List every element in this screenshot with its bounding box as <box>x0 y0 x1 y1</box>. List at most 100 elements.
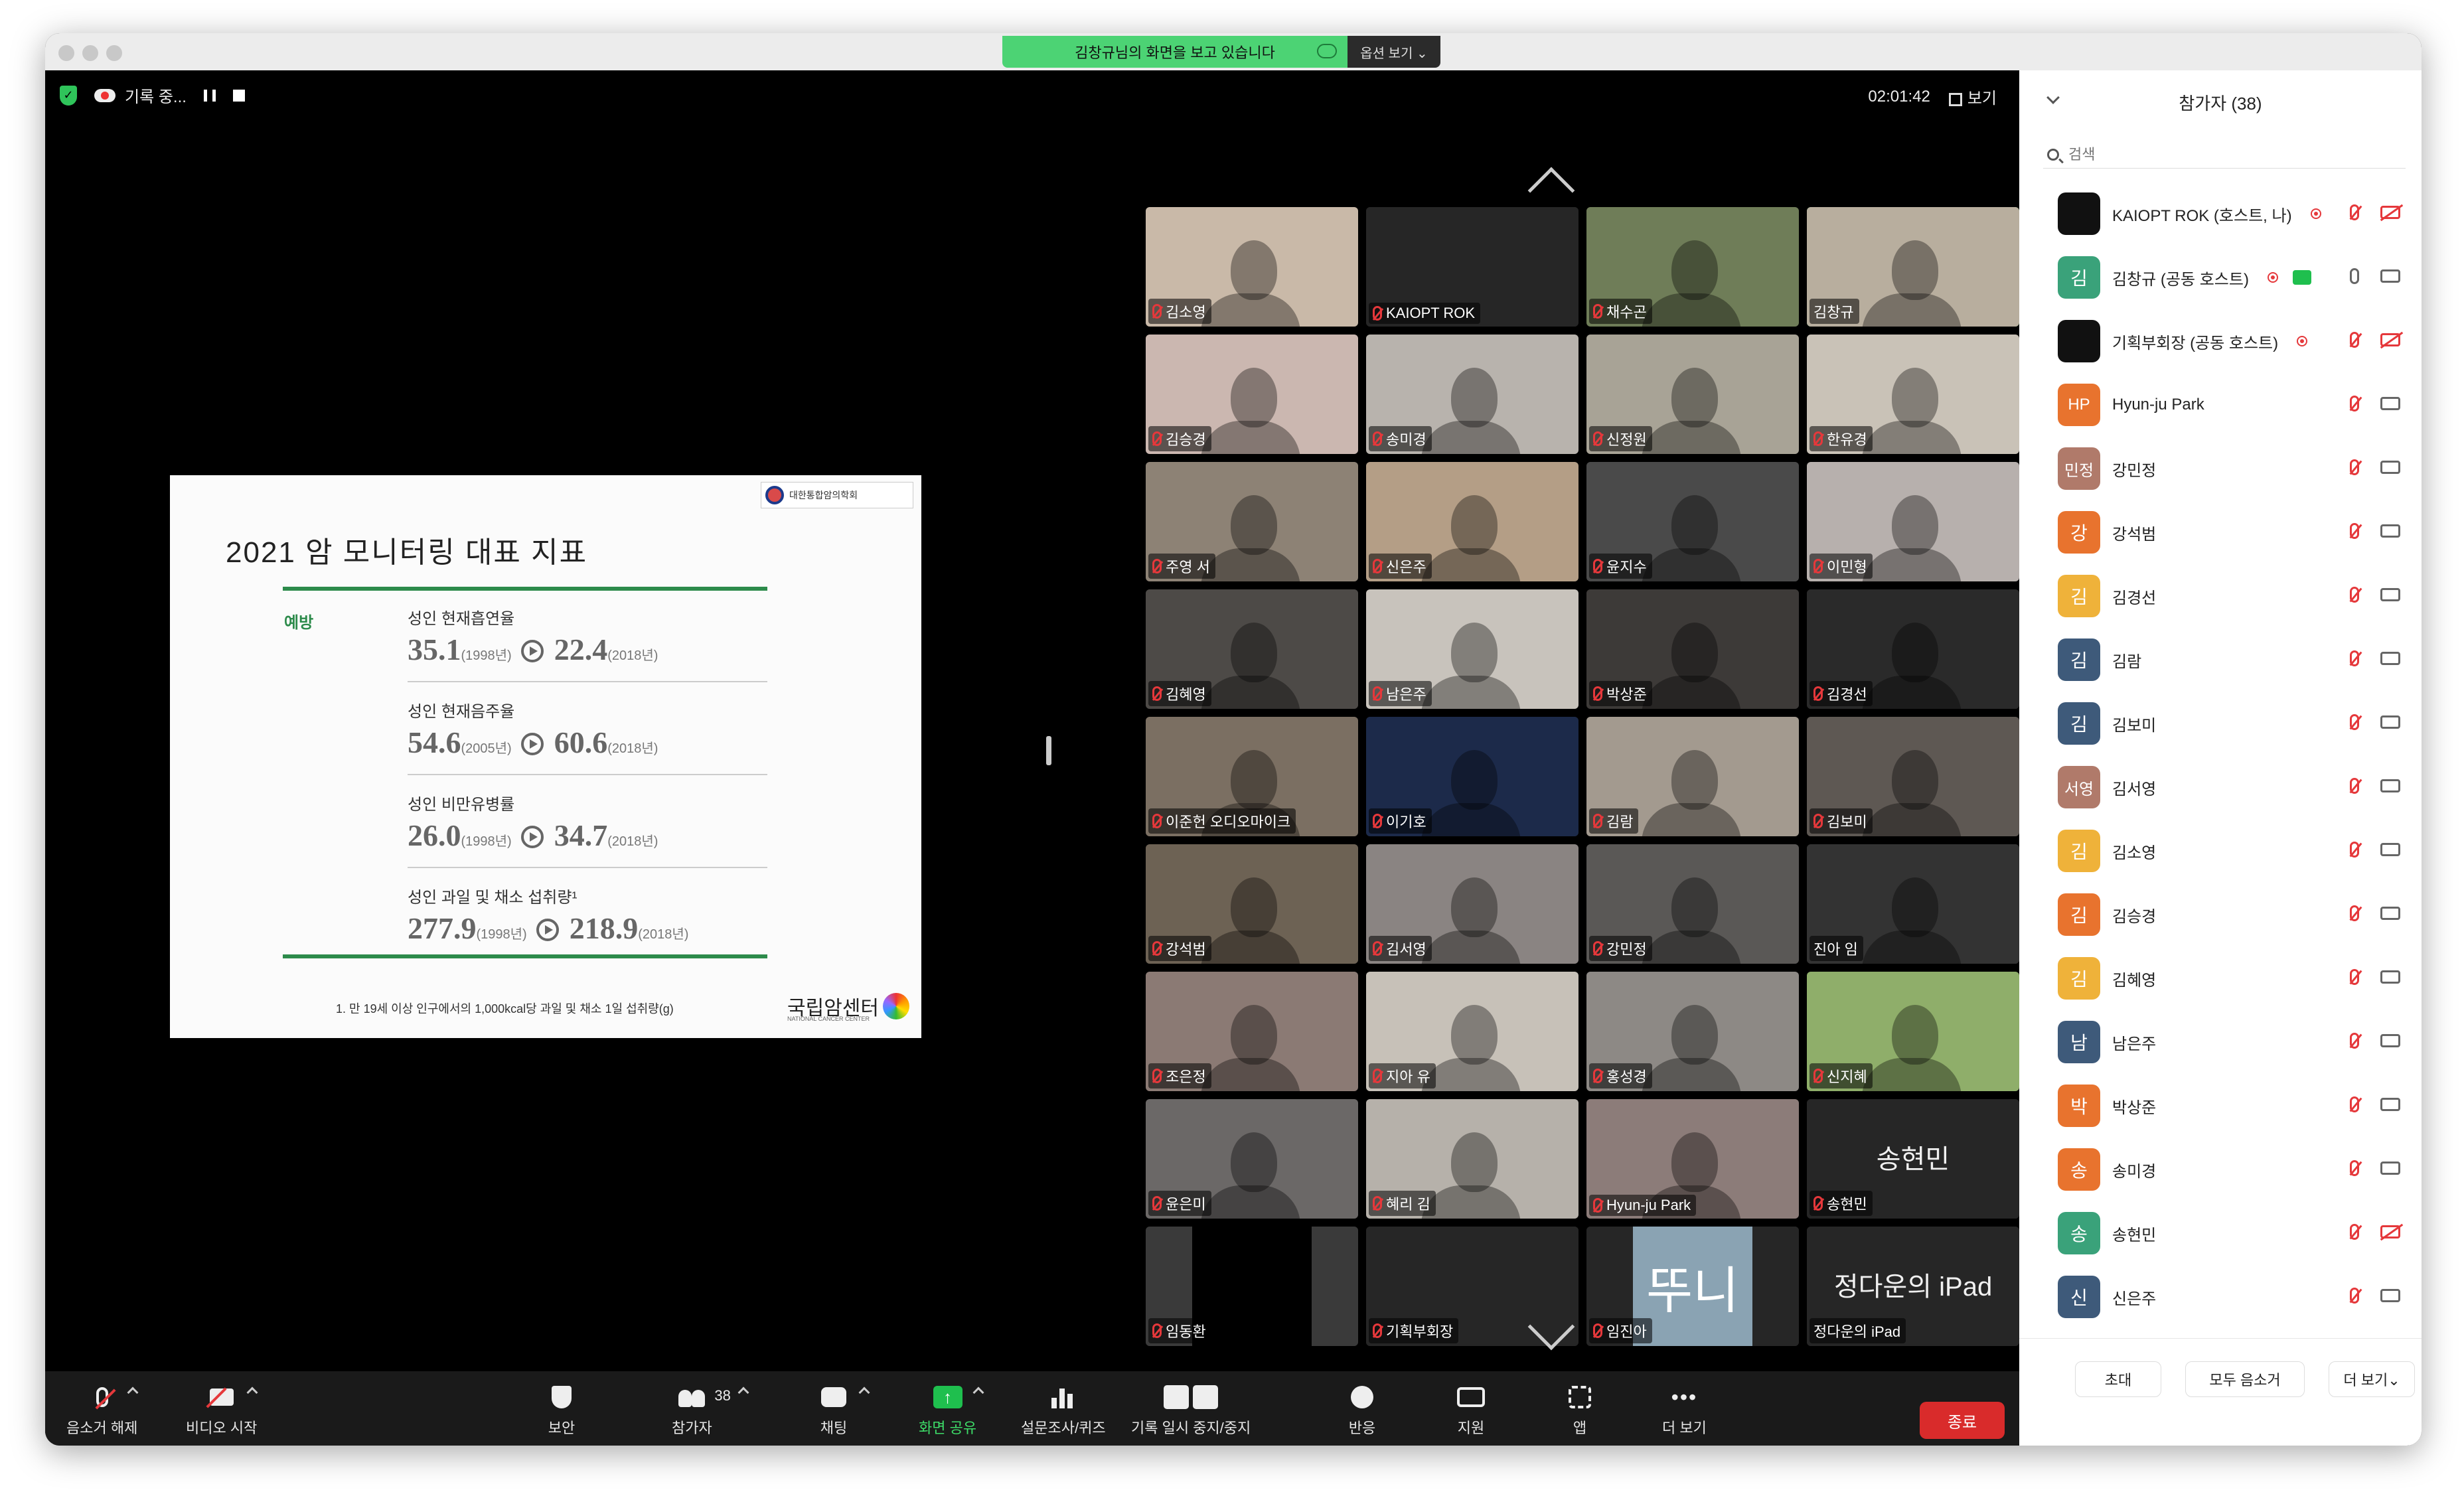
microphone-muted-icon[interactable] <box>2350 778 2359 794</box>
more-options-button[interactable]: 더 보기⌄ <box>2329 1361 2415 1397</box>
camera-icon[interactable] <box>2380 461 2400 474</box>
recording-controls-button[interactable]: 기록 일시 중지/중지 <box>1131 1385 1251 1438</box>
video-tile[interactable]: 남은주 <box>1366 589 1579 709</box>
video-tile[interactable]: 강민정 <box>1586 844 1799 964</box>
camera-icon[interactable] <box>2380 843 2400 856</box>
camera-icon[interactable] <box>2380 588 2400 601</box>
participant-list-item[interactable]: 박 박상준 <box>2019 1074 2422 1138</box>
participant-list-item[interactable]: 김 김람 <box>2019 628 2422 692</box>
microphone-muted-icon[interactable] <box>2350 842 2359 858</box>
video-tile[interactable]: 혜리 김 <box>1366 1099 1579 1219</box>
security-button[interactable]: 보안 <box>547 1385 576 1438</box>
camera-icon[interactable] <box>2380 907 2400 920</box>
microphone-muted-icon[interactable] <box>2350 204 2359 220</box>
camera-icon[interactable] <box>2380 1034 2400 1047</box>
microphone-icon[interactable] <box>2350 268 2359 284</box>
participant-search-input[interactable] <box>2068 145 2387 163</box>
video-tile[interactable]: 정다운의 iPad 정다운의 iPad <box>1807 1227 2019 1346</box>
more-button[interactable]: ••• 더 보기 <box>1662 1385 1707 1438</box>
video-tile[interactable]: 김보미 <box>1807 717 2019 836</box>
microphone-muted-icon[interactable] <box>2350 523 2359 539</box>
camera-icon[interactable] <box>2380 779 2400 792</box>
participants-button[interactable]: 38 참가자 <box>672 1385 749 1438</box>
video-tile[interactable]: 조은정 <box>1146 972 1358 1091</box>
microphone-muted-icon[interactable] <box>2350 1224 2359 1240</box>
maximize-window-icon[interactable] <box>106 45 122 61</box>
video-tile[interactable]: 송현민 송현민 <box>1807 1099 2019 1219</box>
video-tile[interactable]: 김창규 <box>1807 207 2019 327</box>
microphone-muted-icon[interactable] <box>2350 459 2359 475</box>
audio-options-caret-icon[interactable] <box>127 1387 139 1398</box>
video-tile[interactable]: 채수곤 <box>1586 207 1799 327</box>
camera-off-icon[interactable] <box>2380 206 2400 219</box>
camera-icon[interactable] <box>2380 715 2400 729</box>
microphone-muted-icon[interactable] <box>2350 1160 2359 1176</box>
close-window-icon[interactable] <box>58 45 74 61</box>
video-tile[interactable]: 윤은미 <box>1146 1099 1358 1219</box>
video-tile[interactable]: 강석범 <box>1146 844 1358 964</box>
support-button[interactable]: 지원 <box>1456 1385 1486 1438</box>
reactions-button[interactable]: 반응 <box>1348 1385 1377 1438</box>
video-tile[interactable]: 임동환 <box>1146 1227 1358 1346</box>
microphone-muted-icon[interactable] <box>2350 905 2359 921</box>
chat-button[interactable]: 채팅 <box>819 1385 870 1438</box>
start-video-button[interactable]: 비디오 시작 <box>186 1385 258 1438</box>
participant-list-item[interactable]: 송 송미경 <box>2019 1138 2422 1201</box>
camera-icon[interactable] <box>2380 1289 2400 1302</box>
participant-list-item[interactable]: 김 김승경 <box>2019 883 2422 946</box>
video-tile[interactable]: 지아 유 <box>1366 972 1579 1091</box>
participant-list-item[interactable]: 신 신은주 <box>2019 1265 2422 1327</box>
view-options-button[interactable]: 옵션 보기 ⌄ <box>1348 36 1440 68</box>
video-tile[interactable]: 김혜영 <box>1146 589 1358 709</box>
mute-all-button[interactable]: 모두 음소거 <box>2185 1361 2305 1397</box>
unmute-button[interactable]: 음소거 해제 <box>66 1385 139 1438</box>
invite-button[interactable]: 초대 <box>2075 1361 2161 1397</box>
video-options-caret-icon[interactable] <box>246 1387 258 1398</box>
video-tile[interactable]: 주영 서 <box>1146 462 1358 581</box>
participant-search[interactable] <box>2043 141 2406 169</box>
camera-off-icon[interactable] <box>2380 1225 2400 1238</box>
video-tile[interactable]: KAIOPT ROK <box>1366 207 1579 327</box>
video-tile[interactable]: 홍성경 <box>1586 972 1799 1091</box>
participant-list-item[interactable]: 기획부회장 (공동 호스트) <box>2019 309 2422 373</box>
video-tile[interactable]: 뚜니 임진아 <box>1586 1227 1799 1346</box>
camera-icon[interactable] <box>2380 970 2400 984</box>
participants-options-caret-icon[interactable] <box>737 1387 749 1398</box>
microphone-muted-icon[interactable] <box>2350 587 2359 603</box>
view-button[interactable]: 보기 <box>1948 85 1997 108</box>
security-shield-icon[interactable]: ✓ <box>60 85 77 106</box>
microphone-muted-icon[interactable] <box>2350 650 2359 666</box>
participant-list-item[interactable]: 강 강석범 <box>2019 500 2422 564</box>
participant-list-item[interactable]: 민정 강민정 <box>2019 437 2422 500</box>
video-tile[interactable]: Hyun-ju Park <box>1586 1099 1799 1219</box>
camera-icon[interactable] <box>2380 269 2400 283</box>
video-tile[interactable]: 이준헌 오디오마이크 <box>1146 717 1358 836</box>
video-tile[interactable]: 이기호 <box>1366 717 1579 836</box>
share-screen-button[interactable]: ↑ 화면 공유 <box>919 1385 984 1438</box>
video-tile[interactable]: 김승경 <box>1146 335 1358 454</box>
shared-screen[interactable]: 대한통합암의학회 2021 암 모니터링 대표 지표 예방 성인 현재흡연율 3… <box>45 475 1046 1038</box>
video-tile[interactable]: 김서영 <box>1366 844 1579 964</box>
participant-list-item[interactable]: HP Hyun-ju Park <box>2019 373 2422 437</box>
microphone-muted-icon[interactable] <box>2350 332 2359 348</box>
microphone-muted-icon[interactable] <box>2350 396 2359 412</box>
microphone-muted-icon[interactable] <box>2350 1033 2359 1049</box>
video-tile[interactable]: 박상준 <box>1586 589 1799 709</box>
participant-list-item[interactable]: 남 남은주 <box>2019 1010 2422 1074</box>
microphone-muted-icon[interactable] <box>2350 1288 2359 1304</box>
video-tile[interactable]: 김소영 <box>1146 207 1358 327</box>
camera-icon[interactable] <box>2380 524 2400 538</box>
end-meeting-button[interactable]: 종료 <box>1920 1402 2005 1439</box>
participant-list-item[interactable]: KAIOPT ROK (호스트, 나) <box>2019 182 2422 246</box>
microphone-muted-icon[interactable] <box>2350 969 2359 985</box>
participant-list-item[interactable]: 김 김창규 (공동 호스트) <box>2019 246 2422 309</box>
camera-icon[interactable] <box>2380 1098 2400 1111</box>
video-tile[interactable]: 김경선 <box>1807 589 2019 709</box>
video-tile[interactable]: 신은주 <box>1366 462 1579 581</box>
video-tile[interactable]: 윤지수 <box>1586 462 1799 581</box>
pause-recording-icon[interactable] <box>203 89 216 102</box>
participant-list-item[interactable]: 김 김보미 <box>2019 692 2422 755</box>
participant-list[interactable]: KAIOPT ROK (호스트, 나) 김 김창규 (공동 호스트) 기획부회장 (공… <box>2019 182 2422 1327</box>
participant-list-item[interactable]: 김 김경선 <box>2019 564 2422 628</box>
recording-indicator[interactable]: 기록 중... <box>94 84 187 107</box>
